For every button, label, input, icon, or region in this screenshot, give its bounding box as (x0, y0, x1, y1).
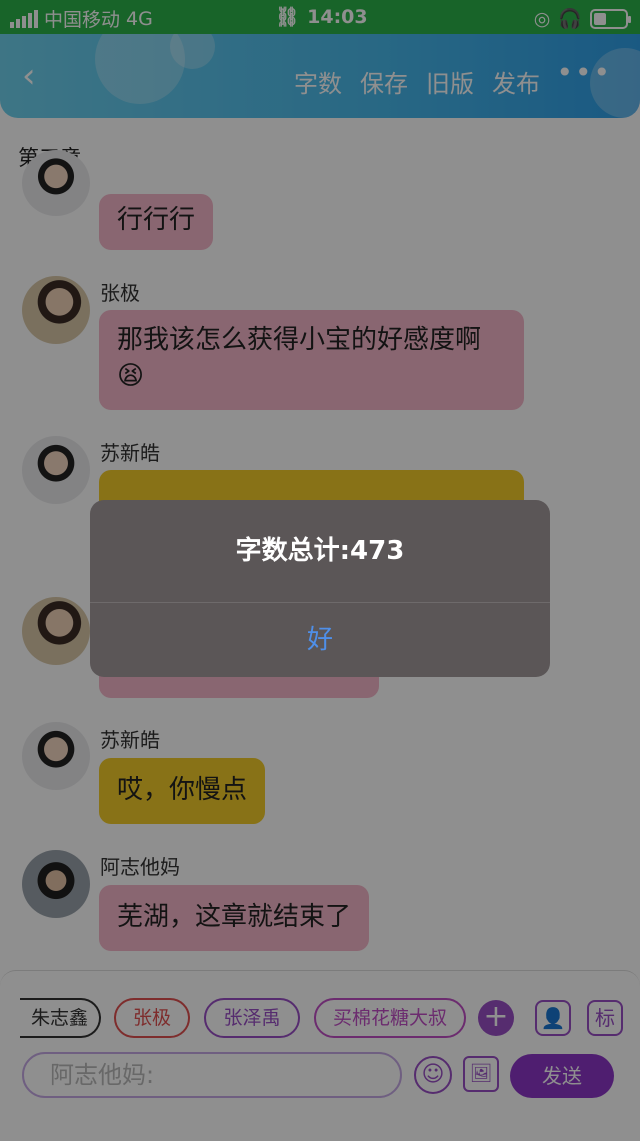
word-count-dialog: 字数总计:473 好 (90, 500, 550, 677)
dialog-ok-button[interactable]: 好 (90, 603, 550, 677)
dialog-message: 字数总计:473 (235, 536, 405, 566)
